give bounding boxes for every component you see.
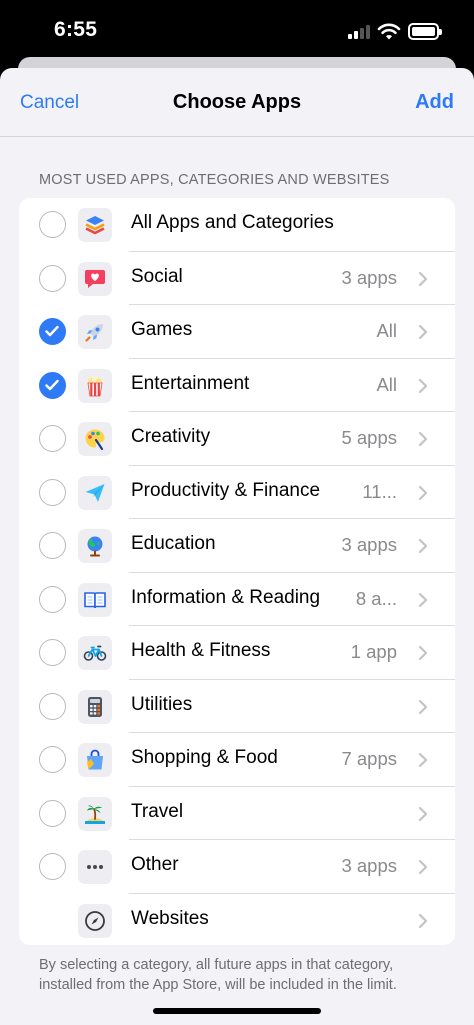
row-count: 11... <box>362 480 397 502</box>
selection-radio[interactable] <box>39 799 66 827</box>
chevron-right-icon <box>418 859 428 875</box>
checkmark-icon <box>45 379 59 390</box>
footer-note: By selecting a category, all future apps… <box>39 957 397 993</box>
selection-radio[interactable] <box>39 692 66 720</box>
ellipsis-icon <box>78 850 112 884</box>
chevron-right-icon <box>418 699 428 714</box>
selection-radio[interactable] <box>39 853 66 880</box>
row-productivity-finance[interactable]: Productivity & Finance 11... <box>19 466 455 519</box>
row-other[interactable]: Other 3 apps <box>19 840 455 894</box>
selection-radio[interactable] <box>39 639 66 666</box>
choose-apps-sheet: Cancel Choose Apps Add MOST USED APPS, C… <box>0 68 474 1025</box>
home-indicator[interactable] <box>153 1008 321 1014</box>
chevron-right-icon <box>418 913 428 928</box>
row-count: 3 apps <box>341 266 397 288</box>
cellular-signal-icon <box>348 25 370 39</box>
add-button[interactable]: Add <box>415 91 454 114</box>
wifi-icon <box>377 23 401 40</box>
selection-radio[interactable] <box>39 425 66 452</box>
row-label: Health & Fitness <box>131 640 271 661</box>
row-count: 5 apps <box>341 427 397 448</box>
selection-radio[interactable] <box>39 585 66 613</box>
chevron-right-icon <box>418 271 428 286</box>
globe-icon <box>78 529 112 563</box>
chevron-right-icon <box>418 431 428 447</box>
selection-radio[interactable] <box>39 478 66 506</box>
row-count: 3 apps <box>341 855 397 876</box>
row-label: Education <box>131 533 216 554</box>
chevron-right-icon <box>418 752 428 768</box>
selection-radio-checked[interactable] <box>39 371 66 399</box>
selection-radio-checked[interactable] <box>39 318 66 345</box>
row-label: Creativity <box>131 426 211 447</box>
row-label: Entertainment <box>131 372 250 394</box>
category-list: All Apps and Categories Social 3 apps Ga… <box>19 198 455 945</box>
row-information-reading[interactable]: Information & Reading 8 a... <box>19 573 455 626</box>
selection-radio[interactable] <box>39 211 66 238</box>
status-time: 6:55 <box>54 18 98 41</box>
battery-icon <box>408 23 442 40</box>
row-health-fitness[interactable]: Health & Fitness 1 app <box>19 626 455 680</box>
row-count: 1 app <box>350 641 397 662</box>
shopping-bag-icon <box>78 743 112 777</box>
calculator-icon <box>78 689 112 724</box>
stack-icon <box>78 208 112 242</box>
chevron-right-icon <box>418 378 428 393</box>
checkmark-icon <box>45 325 59 337</box>
row-label: Games <box>131 319 193 340</box>
row-creativity[interactable]: Creativity 5 apps <box>19 412 455 466</box>
compass-icon <box>78 903 112 938</box>
row-count: 3 apps <box>341 534 397 555</box>
row-games[interactable]: Games All <box>19 305 455 359</box>
chevron-right-icon <box>418 645 428 661</box>
row-label: Productivity & Finance <box>131 479 321 501</box>
chevron-right-icon <box>418 538 428 554</box>
row-label: Websites <box>131 907 209 929</box>
row-label: Social <box>131 265 183 287</box>
selection-radio[interactable] <box>39 532 66 559</box>
paper-plane-icon <box>78 475 112 510</box>
row-label: Shopping & Food <box>131 747 278 768</box>
row-education[interactable]: Education 3 apps <box>19 519 455 573</box>
row-travel[interactable]: Travel <box>19 787 455 840</box>
palette-icon <box>78 422 112 456</box>
popcorn-icon <box>78 368 112 403</box>
status-bar: 6:55 <box>0 0 474 62</box>
row-count: 7 apps <box>341 748 397 769</box>
row-entertainment[interactable]: Entertainment All <box>19 359 455 412</box>
chevron-right-icon <box>418 324 428 340</box>
row-all-apps[interactable]: All Apps and Categories <box>19 198 455 252</box>
row-social[interactable]: Social 3 apps <box>19 252 455 305</box>
row-label: Other <box>131 854 179 875</box>
book-icon <box>78 582 112 617</box>
row-label: Information & Reading <box>131 586 321 608</box>
row-websites[interactable]: Websites <box>19 894 455 946</box>
chat-heart-icon <box>78 261 112 296</box>
selection-radio[interactable] <box>39 746 66 773</box>
island-icon <box>78 796 112 831</box>
chevron-right-icon <box>418 485 428 500</box>
chevron-right-icon <box>418 592 428 607</box>
section-header: MOST USED APPS, CATEGORIES AND WEBSITES <box>39 172 390 188</box>
row-label: Utilities <box>131 693 193 715</box>
row-count: 8 a... <box>355 587 397 609</box>
navigation-bar: Cancel Choose Apps Add <box>0 68 474 137</box>
row-count: All <box>376 373 397 395</box>
row-shopping-food[interactable]: Shopping & Food 7 apps <box>19 733 455 787</box>
cancel-button[interactable]: Cancel <box>20 92 79 114</box>
row-utilities[interactable]: Utilities <box>19 680 455 733</box>
row-label: All Apps and Categories <box>131 212 334 233</box>
rocket-icon <box>78 315 112 349</box>
row-label: Travel <box>131 800 184 822</box>
chevron-right-icon <box>418 806 428 821</box>
bicycle-icon <box>78 636 112 670</box>
row-count: All <box>376 320 397 341</box>
selection-radio[interactable] <box>39 264 66 292</box>
